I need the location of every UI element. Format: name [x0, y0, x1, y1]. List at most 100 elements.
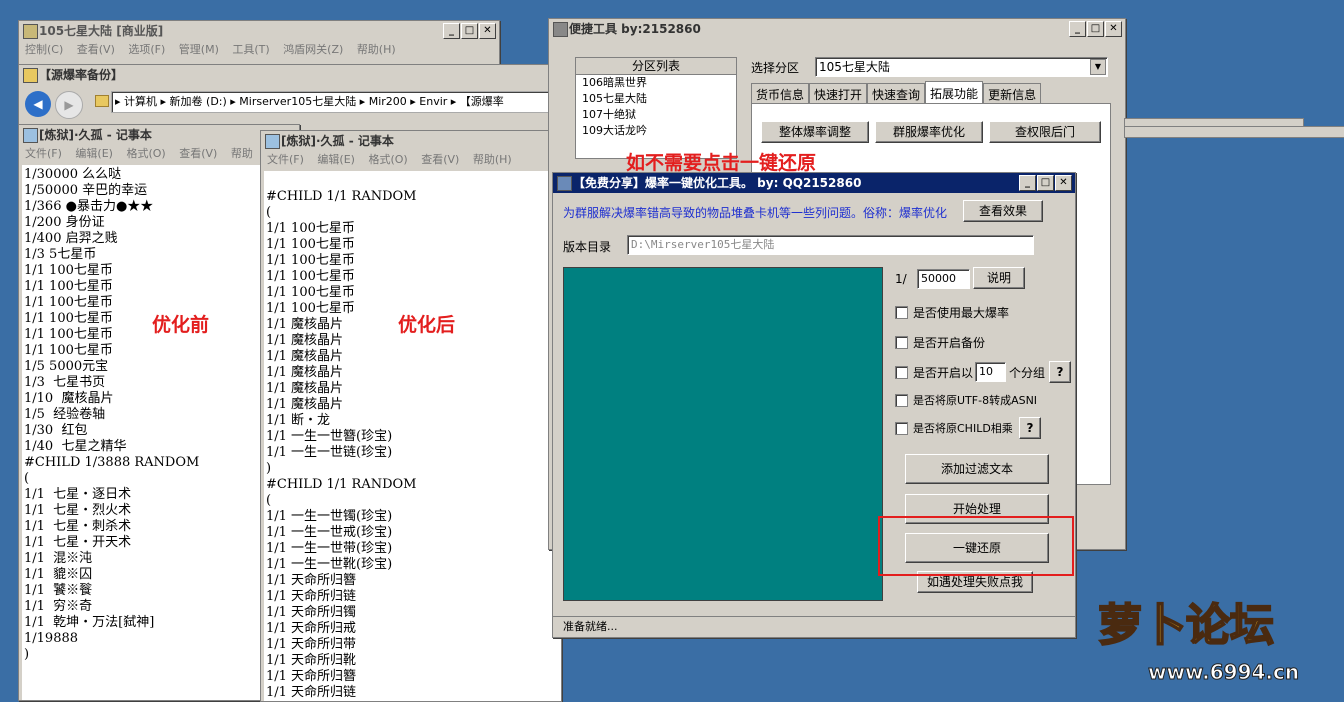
close-icon[interactable]: ✕	[479, 23, 496, 39]
list-item[interactable]: 109大话龙吟	[582, 123, 736, 139]
tab-quick-open[interactable]: 快速打开	[809, 83, 868, 105]
optimizer-title: 【免费分享】爆率一键优化工具。 by: QQ2152860	[573, 176, 862, 190]
menu-tools[interactable]: 工具(T)	[232, 43, 269, 56]
menu-format[interactable]: 格式(O)	[126, 147, 165, 160]
chevron-down-icon[interactable]: ▼	[1090, 59, 1106, 75]
watermark-url: www.6994.cn	[1147, 660, 1300, 685]
watermark-brand: 萝卜论坛	[1097, 599, 1275, 652]
maximize-icon[interactable]: □	[1037, 175, 1054, 191]
menu-help[interactable]: 帮助	[231, 147, 253, 160]
check-backdoor-button[interactable]: 查权限后门	[989, 121, 1101, 143]
text-line: 1/1 一生一世戒(珍宝)	[266, 525, 393, 540]
dir-field[interactable]: D:\Mirserver105七星大陆	[627, 235, 1034, 255]
max-rate-checkbox[interactable]	[895, 306, 908, 319]
text-line: 1/1 断・龙	[266, 413, 331, 428]
notepad-after-window: [炼狱]·久孤 - 记事本 文件(F) 编辑(E) 格式(O) 查看(V) 帮助…	[260, 130, 562, 702]
menu-view[interactable]: 查看(V)	[421, 153, 459, 166]
group-label-suffix: 个分组	[1009, 366, 1046, 380]
status-bar: 准备就绪...	[553, 616, 1075, 637]
group-checkbox[interactable]	[895, 366, 908, 379]
close-icon[interactable]: ✕	[1055, 175, 1072, 191]
optimizer-titlebar[interactable]: 【免费分享】爆率一键优化工具。 by: QQ2152860 _ □ ✕	[553, 173, 1075, 193]
text-line: 1/1 天命所归簪	[266, 669, 357, 684]
minimize-icon[interactable]: _	[443, 23, 460, 39]
text-line: 1/1 魔核晶片	[266, 349, 344, 364]
group-size-input[interactable]: 10	[975, 362, 1006, 382]
optimizer-icon	[557, 176, 572, 191]
background-window-edge	[1124, 126, 1344, 138]
quicktool-titlebar[interactable]: 便捷工具 by:2152860 _ □ ✕	[549, 19, 1125, 39]
text-line: 1/1 魔核晶片	[266, 397, 344, 412]
menu-options[interactable]: 选项(F)	[128, 43, 165, 56]
child-help-button[interactable]: ?	[1019, 417, 1041, 439]
partition-select[interactable]: 105七星大陆 ▼	[815, 57, 1108, 77]
tab-extensions[interactable]: 拓展功能	[925, 81, 984, 105]
address-bar[interactable]: ▸ 计算机 ▸ 新加卷 (D:) ▸ Mirserver105七星大陆 ▸ Mi…	[111, 91, 556, 113]
text-line: 1/1 100七星币	[266, 269, 355, 284]
text-line: 1/30000 么么哒	[24, 167, 122, 182]
notepad-before-text[interactable]: 1/30000 么么哒 1/50000 辛巴的幸运 1/366 ●暴击力●★★ 1/2…	[22, 165, 299, 700]
explorer-title: 【源爆率备份】	[39, 68, 124, 82]
text-line: 1/5 5000元宝	[24, 359, 109, 374]
text-line: 1/1 一生一世簪(珍宝)	[266, 429, 393, 444]
menu-format[interactable]: 格式(O)	[368, 153, 407, 166]
text-line: 1/1 七星・刺杀术	[24, 519, 132, 534]
overall-rate-button[interactable]: 整体爆率调整	[761, 121, 869, 143]
menu-gateway[interactable]: 鸿盾网关(Z)	[283, 43, 343, 56]
ratio-input[interactable]: 50000	[917, 269, 970, 289]
explain-button[interactable]: 说明	[973, 267, 1025, 289]
back-icon[interactable]: ◀	[25, 91, 51, 117]
view-effect-button[interactable]: 查看效果	[963, 200, 1043, 222]
child-multiply-checkbox[interactable]	[895, 422, 908, 435]
text-line: 1/366 ●暴击力●★★	[24, 199, 154, 214]
menu-edit[interactable]: 编辑(E)	[317, 153, 355, 166]
text-line	[266, 173, 561, 189]
text-line: 1/50000 辛巴的幸运	[24, 183, 148, 198]
backup-checkbox[interactable]	[895, 336, 908, 349]
partition-select-value: 105七星大陆	[819, 60, 890, 74]
text-line: (	[266, 205, 272, 220]
maximize-icon[interactable]: □	[1087, 21, 1104, 37]
close-icon[interactable]: ✕	[1105, 21, 1122, 37]
text-line: 1/1 天命所归镯	[266, 605, 357, 620]
menu-help[interactable]: 帮助(H)	[357, 43, 396, 56]
child-multiply-label: 是否将原CHILD相乘	[913, 422, 1013, 435]
notepad-after-titlebar[interactable]: [炼狱]·久孤 - 记事本	[261, 131, 561, 151]
text-line: )	[266, 461, 272, 476]
minimize-icon[interactable]: _	[1069, 21, 1086, 37]
text-line: 1/1 混※沌	[24, 551, 93, 566]
list-item[interactable]: 107十绝狱	[582, 107, 736, 123]
menu-view[interactable]: 查看(V)	[77, 43, 115, 56]
menu-file[interactable]: 文件(F)	[267, 153, 304, 166]
text-line: #CHILD 1/1 RANDOM	[266, 189, 417, 204]
add-filter-button[interactable]: 添加过滤文本	[905, 454, 1049, 484]
list-item[interactable]: 105七星大陆	[582, 91, 736, 107]
menu-view[interactable]: 查看(V)	[179, 147, 217, 160]
hint-label: 如不需要点击一键还原	[626, 152, 817, 174]
explorer-titlebar[interactable]: 【源爆率备份】	[19, 65, 559, 85]
maximize-icon[interactable]: □	[461, 23, 478, 39]
text-line: 1/1 魔核晶片	[266, 381, 344, 396]
utf8-checkbox[interactable]	[895, 394, 908, 407]
group-help-button[interactable]: ?	[1049, 361, 1071, 383]
list-item[interactable]: 106暗黑世界	[582, 75, 736, 91]
menu-edit[interactable]: 编辑(E)	[75, 147, 113, 160]
notepad-before-titlebar[interactable]: [炼狱]·久孤 - 记事本	[19, 125, 299, 145]
tab-updates[interactable]: 更新信息	[983, 83, 1042, 105]
tab-currency[interactable]: 货币信息	[751, 83, 810, 105]
text-line: 1/1 一生一世带(珍宝)	[266, 541, 393, 556]
menu-control[interactable]: 控制(C)	[25, 43, 63, 56]
forward-icon[interactable]: ▶	[55, 91, 83, 119]
main-window-titlebar[interactable]: 105七星大陆 [商业版] _ □ ✕	[19, 21, 499, 41]
partition-list[interactable]: 分区列表 106暗黑世界 105七星大陆 107十绝狱 109大话龙吟	[575, 57, 737, 159]
minimize-icon[interactable]: _	[1019, 175, 1036, 191]
text-line: 1/1 天命所归链	[266, 589, 357, 604]
menu-file[interactable]: 文件(F)	[25, 147, 62, 160]
menu-help[interactable]: 帮助(H)	[473, 153, 512, 166]
restore-highlight	[878, 516, 1074, 576]
menu-manage[interactable]: 管理(M)	[179, 43, 219, 56]
notepad-after-text[interactable]: #CHILD 1/1 RANDOM(1/1 100七星币 1/1 100七星币 1/…	[264, 171, 561, 701]
group-rate-button[interactable]: 群服爆率优化	[875, 121, 983, 143]
partition-select-label: 选择分区	[751, 61, 800, 75]
tab-quick-query[interactable]: 快速查询	[867, 83, 926, 105]
